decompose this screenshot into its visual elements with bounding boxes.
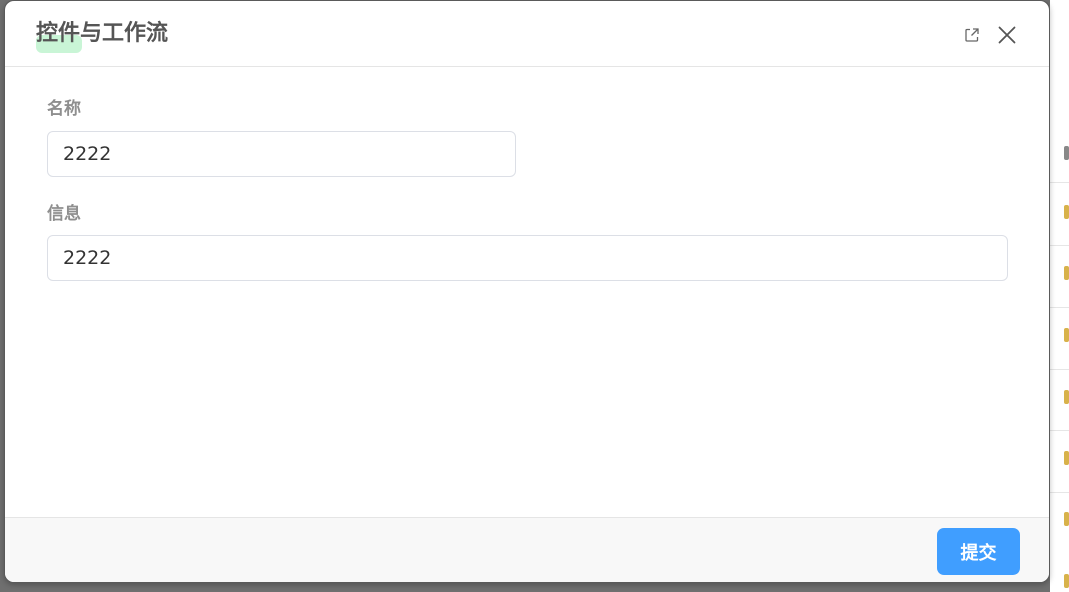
close-icon[interactable]: [995, 23, 1019, 47]
background-row-marker: [1064, 328, 1069, 342]
workflow-dialog: 控件与工作流 名称 信息 提交: [4, 0, 1050, 583]
background-row-divider: [1050, 369, 1069, 370]
background-row-marker: [1064, 451, 1069, 465]
name-input[interactable]: [47, 131, 516, 177]
dialog-body: 名称 信息: [5, 67, 1049, 518]
background-row-divider: [1050, 245, 1069, 246]
background-row-marker: [1064, 205, 1069, 219]
dialog-header: 控件与工作流: [5, 1, 1049, 67]
info-label: 信息: [47, 204, 81, 224]
background-row-marker: [1064, 512, 1069, 526]
dialog-footer: 提交: [5, 517, 1049, 582]
background-page-edge: [1050, 0, 1069, 592]
background-row-divider: [1050, 492, 1069, 493]
background-row-divider: [1050, 307, 1069, 308]
dialog-title: 控件与工作流: [36, 21, 169, 46]
name-label: 名称: [47, 99, 81, 119]
background-row-marker: [1064, 574, 1069, 588]
info-input[interactable]: [47, 235, 1008, 281]
background-row-divider: [1050, 182, 1069, 183]
background-row-marker: [1064, 146, 1069, 160]
background-row-marker: [1064, 390, 1069, 404]
background-row-divider: [1050, 430, 1069, 431]
external-link-icon[interactable]: [960, 23, 984, 47]
background-row-marker: [1064, 266, 1069, 280]
submit-button[interactable]: 提交: [937, 528, 1020, 575]
